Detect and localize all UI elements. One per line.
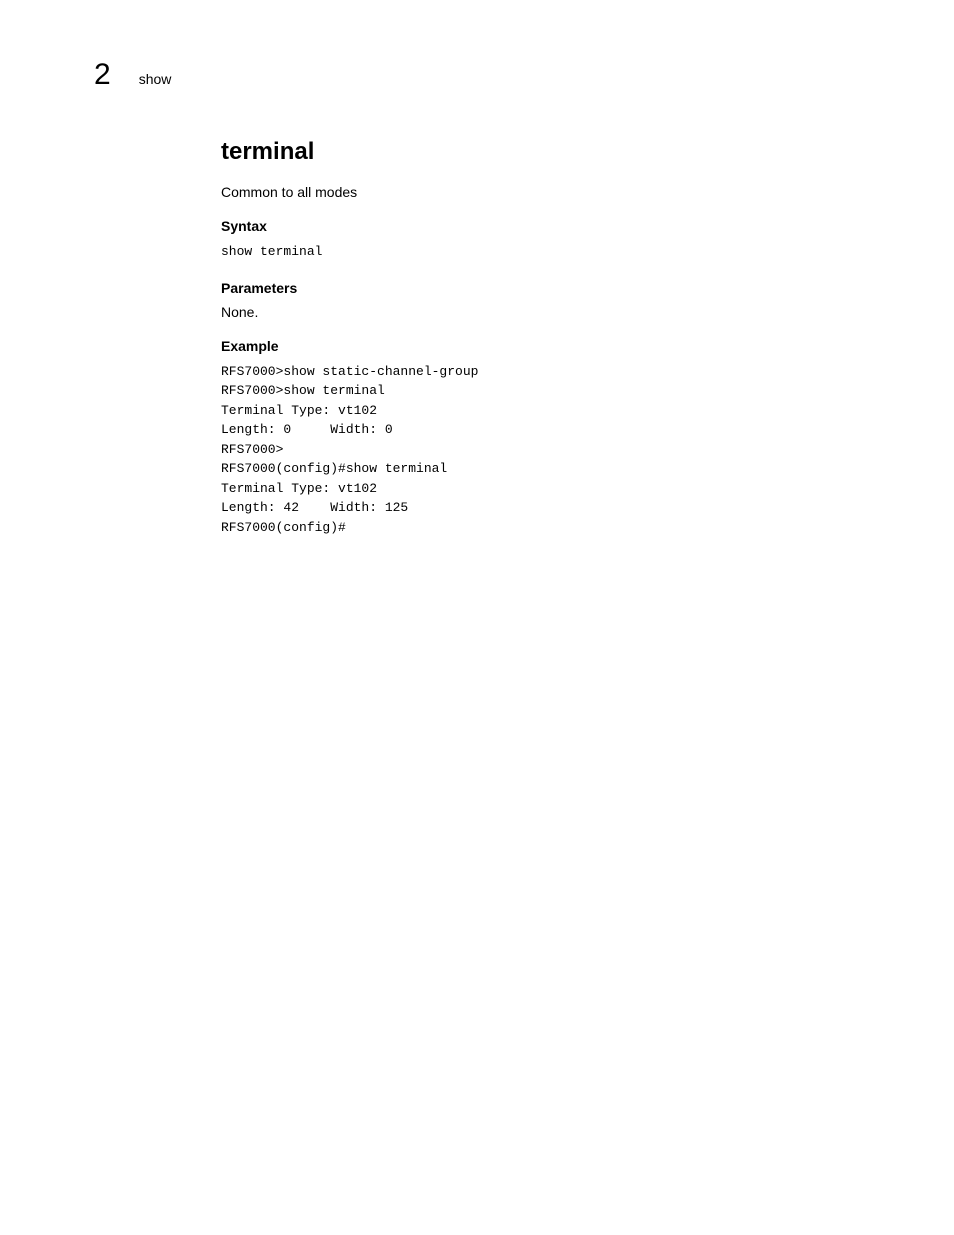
- example-heading: Example: [221, 338, 861, 354]
- page-title: terminal: [221, 138, 861, 166]
- main-content: terminal Common to all modes Syntax show…: [221, 138, 861, 537]
- chapter-number: 2: [94, 58, 111, 92]
- header-section-name: show: [139, 71, 172, 87]
- syntax-heading: Syntax: [221, 218, 861, 234]
- parameters-value: None.: [221, 304, 861, 320]
- syntax-code: show terminal: [221, 242, 861, 262]
- example-code: RFS7000>show static-channel-group RFS700…: [221, 362, 861, 538]
- parameters-heading: Parameters: [221, 280, 861, 296]
- page-header: 2 show: [94, 58, 171, 92]
- description-text: Common to all modes: [221, 184, 861, 200]
